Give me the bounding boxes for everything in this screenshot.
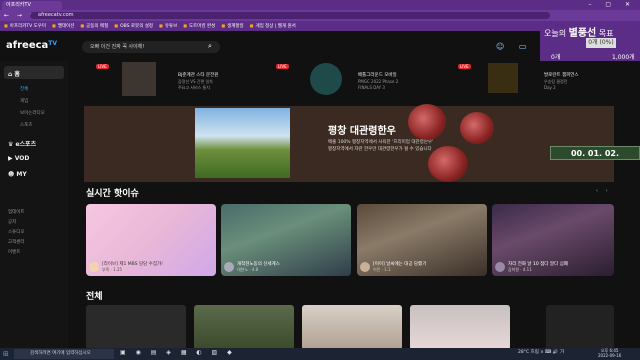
sidebar-item-studio[interactable]: 스튜디오 xyxy=(8,229,25,235)
sidebar-item-game[interactable]: 게임 xyxy=(20,98,28,104)
bookmark-item[interactable]: 멜데이션 xyxy=(52,23,75,29)
sidebar-item-sports[interactable]: 스포츠 xyxy=(20,122,32,128)
section-title-all: 전체 xyxy=(86,292,103,302)
stream-thumbnail[interactable] xyxy=(546,305,614,350)
window-controls[interactable]: – ▢ ✕ xyxy=(588,0,636,10)
bookmark-item[interactable]: 도트머킹 완성 xyxy=(183,23,215,29)
taskbar-search-input[interactable]: 검색하려면 여기에 입력하십시오 xyxy=(14,349,114,359)
card-meta: 감착원 · 4.11 xyxy=(508,267,532,272)
beef-image xyxy=(460,112,494,144)
tray-icons[interactable]: ∧ ⌨ 🔊 가 xyxy=(540,350,564,355)
strip-item[interactable]: LIVE xyxy=(456,62,540,96)
banner-title: 평창 대관령한우 xyxy=(328,126,396,137)
sidebar-item-label: VOD xyxy=(14,155,30,162)
strip-item[interactable]: LIVE BJ준계관 스타 문전원 감정선 VS 간편 일차 주요고 서비스 통… xyxy=(94,62,244,96)
banner-description: 매출 100% 평창지역에서 사육한 '프리미엄 대관령한우' xyxy=(328,140,434,145)
taskbar-app-icons[interactable]: ▣ ◉ ▤ ◈ ▦ ◐ ▧ ◆ xyxy=(120,349,236,356)
goal-title: 오늘의 별풍선 목표 xyxy=(544,24,614,39)
banner-landscape-image xyxy=(195,108,290,178)
strip-subtitle: PMGC 2022 Phase 2 xyxy=(358,79,399,84)
live-card[interactable]: [라이브] 제1 MBS 당당 수집가! 부족 · 1.25 xyxy=(86,204,216,276)
avatar xyxy=(224,262,234,272)
sidebar-item-event[interactable]: 이벤트 xyxy=(8,249,20,255)
sidebar-item-update[interactable]: 업데이트 xyxy=(8,209,25,215)
sidebar-item-notice[interactable]: 공지 xyxy=(8,219,16,225)
sidebar-item-label: 홈 xyxy=(14,71,20,78)
card-info: [이이] 날씨에는 대공 당했기 이민 · 1.1 xyxy=(373,261,484,273)
card-info: 개척현노동의 신세계스 대한노 · 4.8 xyxy=(237,261,348,273)
strip-title: 배틀그라운드 모바일 xyxy=(358,73,397,78)
bookmark-item[interactable]: 유튜브 xyxy=(159,23,177,29)
bookmark-item[interactable]: 생계할일 xyxy=(221,23,244,29)
card-info: [라이브] 제1 MBS 당당 수집가! 부족 · 1.25 xyxy=(102,261,213,273)
sidebar-item-label: e스포츠 xyxy=(15,141,37,148)
live-badge: LIVE xyxy=(458,64,471,69)
stream-timer: 00. 01. 02. xyxy=(550,146,640,160)
sidebar-item-home[interactable]: ⌂ 홈 xyxy=(8,69,20,78)
card-meta: 이민 · 1.1 xyxy=(373,267,391,272)
browser-tab-bar xyxy=(0,0,640,10)
bookmark-item[interactable]: OBS 로봇의 설정 xyxy=(114,23,153,29)
avatar xyxy=(89,262,99,272)
sidebar xyxy=(0,61,68,351)
goal-progress-box: 0개 (0%) xyxy=(586,38,616,48)
browser-tab[interactable]: 아프리카TV xyxy=(2,1,62,10)
card-meta: 부족 · 1.25 xyxy=(102,267,123,272)
live-badge: LIVE xyxy=(96,64,109,69)
section-title-hot: 실시간 핫이슈 xyxy=(86,189,139,199)
beef-image xyxy=(408,104,446,140)
stream-thumbnail[interactable] xyxy=(86,305,186,350)
goal-title-suffix: 목표 xyxy=(598,29,614,38)
weather-text: 28°C 흐림 xyxy=(518,350,539,355)
url-field[interactable]: afreecatv.com xyxy=(30,12,550,19)
strip-item[interactable]: LIVE 배틀그라운드 모바일 PMGC 2022 Phase 2 FINALS… xyxy=(274,62,424,96)
goal-target: 1,000개 xyxy=(612,54,635,61)
live-card[interactable]: 개척현노동의 신세계스 대한노 · 4.8 xyxy=(221,204,351,276)
taskbar-clock[interactable]: 오후 6:45 2022-09-16 xyxy=(598,348,621,358)
sidebar-item-support[interactable]: 고객센터 xyxy=(8,239,25,245)
sidebar-item-radio[interactable]: 보이는라디오 xyxy=(20,110,45,116)
card-info: 자리 전화 날 10 점다 알다 심폐 감착원 · 4.11 xyxy=(508,261,611,273)
search-icon[interactable]: ⌕ xyxy=(208,42,212,51)
bookmark-item[interactable]: 아프리카TV 도우미 xyxy=(4,23,46,29)
afreecatv-logo[interactable]: afreecaTV xyxy=(6,40,57,51)
sidebar-item-all[interactable]: 전체 xyxy=(20,86,28,92)
banner-description: 평창지역에서 자란 한우만 대관령한우가 될 수 있습니다 xyxy=(328,147,432,152)
live-card[interactable]: 자리 전화 날 10 점다 알다 심폐 감착원 · 4.11 xyxy=(492,204,614,276)
sidebar-item-label: MY xyxy=(16,171,27,178)
pubg-logo-icon xyxy=(310,63,342,95)
bookmark-item[interactable]: 공동의 메칠 xyxy=(80,23,108,29)
sidebar-item-esports[interactable]: ♛ e스포츠 xyxy=(8,139,36,148)
search-input[interactable]: 오빠 이건 진짜 꼭 사야해! xyxy=(82,41,220,53)
goal-title-prefix: 오늘의 xyxy=(544,29,567,38)
live-card[interactable]: [이이] 날씨에는 대공 당했기 이민 · 1.1 xyxy=(357,204,487,276)
goal-current: 0개 xyxy=(551,54,561,61)
sidebar-item-vod[interactable]: ▶ VOD xyxy=(8,155,29,162)
avatar xyxy=(360,262,370,272)
strip-title: BJ준계관 스타 문전원 xyxy=(178,73,219,78)
logo-suffix: TV xyxy=(48,40,58,47)
beef-image xyxy=(428,146,468,182)
stream-thumbnail[interactable] xyxy=(302,305,402,350)
sidebar-item-my[interactable]: ☻ MY xyxy=(8,171,27,178)
stream-thumbnail[interactable] xyxy=(194,305,294,350)
carousel-arrows[interactable]: ‹ › xyxy=(596,188,611,194)
avatar xyxy=(495,262,505,272)
live-badge: LIVE xyxy=(276,64,289,69)
taskbar-tray: 28°C 흐림 ∧ ⌨ 🔊 가 xyxy=(518,349,564,355)
strip-subtitle: Day 2 xyxy=(544,85,556,90)
logo-text: afreeca xyxy=(6,40,49,51)
windows-start-icon[interactable]: ⊞ xyxy=(3,350,9,358)
stream-thumbnail[interactable] xyxy=(410,305,510,350)
strip-thumbnail xyxy=(122,62,156,96)
valorant-champions-logo-icon xyxy=(488,63,518,93)
strip-subtitle: FINALS DAY 3 xyxy=(358,85,385,90)
strip-subtitle: 주요고 서비스 통치 xyxy=(178,85,210,90)
card-meta: 대한노 · 4.8 xyxy=(237,267,259,272)
clock-date: 2022-09-16 xyxy=(598,353,622,358)
strip-title: 발로란트 챔피언스 xyxy=(544,73,579,78)
bookmark-item[interactable]: 게임 정상 | 웹게 원서 xyxy=(250,23,295,29)
